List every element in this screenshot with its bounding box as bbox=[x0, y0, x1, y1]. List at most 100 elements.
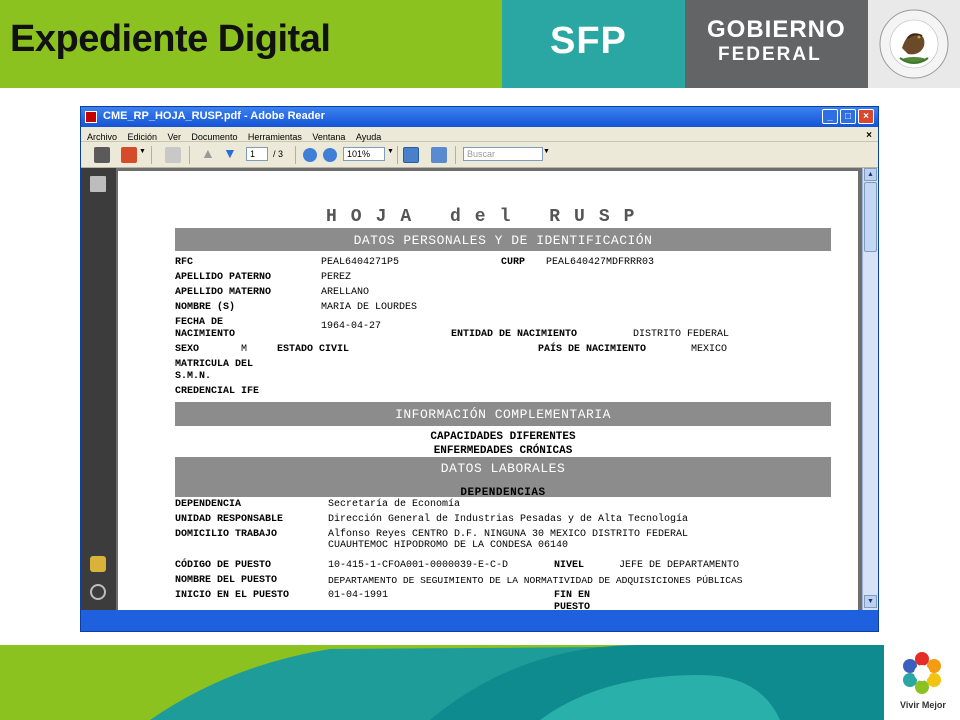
sfp-banner: SFP bbox=[502, 0, 685, 88]
menu-edicion[interactable]: Edición bbox=[127, 130, 157, 142]
slide-header: Expediente Digital SFP GOBIERNO FEDERAL bbox=[0, 0, 960, 88]
toolbar: ▼ ▲ ▼ 1 / 3 101% ▼ Buscar ▼ bbox=[81, 142, 878, 168]
maximize-button[interactable]: □ bbox=[840, 109, 856, 124]
capacidades-heading: CAPACIDADES DIFERENTES bbox=[430, 431, 576, 443]
rfc-value: PEAL6404271P5 bbox=[321, 257, 400, 268]
apellido-materno-value: ARELLANO bbox=[321, 287, 370, 298]
curp-value: PEAL640427MDFRRR03 bbox=[546, 257, 655, 268]
nombre-puesto-label: NOMBRE DEL PUESTO bbox=[175, 575, 278, 586]
unidad-label: UNIDAD RESPONSABLE bbox=[175, 514, 284, 525]
credencial-label: CREDENCIAL IFE bbox=[175, 386, 260, 397]
sfp-logo-text: SFP bbox=[550, 20, 627, 62]
dependencia-value: Secretaría de Economía bbox=[328, 499, 461, 510]
menu-archivo[interactable]: Archivo bbox=[87, 130, 117, 142]
status-bar bbox=[81, 610, 878, 631]
title-banner: Expediente Digital bbox=[0, 0, 502, 88]
codigo-label: CÓDIGO DE PUESTO bbox=[175, 560, 272, 571]
domicilio-value-line2: CUAUHTEMOC HIPODROMO DE LA CONDESA 06140 bbox=[328, 540, 569, 551]
mexico-seal bbox=[868, 0, 960, 88]
slide: { "slide": { "title": "Expediente Digita… bbox=[0, 0, 960, 720]
gobierno-text: GOBIERNO bbox=[707, 16, 846, 43]
search-dropdown-icon[interactable]: ▼ bbox=[543, 148, 550, 164]
section-laborales-heading: DATOS LABORALES bbox=[440, 461, 566, 476]
collaborate-icon[interactable] bbox=[165, 147, 181, 163]
sexo-value: M bbox=[241, 344, 248, 355]
toolbar-separator bbox=[151, 146, 152, 164]
document-title: HOJA del RUSP bbox=[326, 207, 649, 227]
menu-ventana[interactable]: Ventana bbox=[312, 130, 345, 142]
close-button[interactable]: × bbox=[858, 109, 874, 124]
slide-title: Expediente Digital bbox=[10, 18, 331, 60]
section-band-complementaria: INFORMACIÓN COMPLEMENTARIA bbox=[175, 402, 831, 426]
domicilio-label: DOMICILIO TRABAJO bbox=[175, 529, 278, 540]
zoom-dropdown-icon[interactable]: ▼ bbox=[387, 148, 394, 164]
scroll-down-icon[interactable]: ▼ bbox=[864, 595, 877, 608]
nombre-label: NOMBRE (S) bbox=[175, 302, 236, 313]
print-icon[interactable] bbox=[94, 147, 110, 163]
pages-panel-icon[interactable] bbox=[90, 176, 106, 192]
vertical-scrollbar[interactable]: ▲ ▼ bbox=[862, 168, 878, 610]
zoom-level-select[interactable]: 101% bbox=[343, 147, 385, 161]
document-close-icon[interactable]: × bbox=[866, 128, 872, 141]
scroll-up-icon[interactable]: ▲ bbox=[864, 168, 877, 181]
toolbar-separator bbox=[397, 146, 398, 164]
apellido-paterno-value: PEREZ bbox=[321, 272, 352, 283]
previous-page-icon[interactable]: ▲ bbox=[201, 145, 215, 161]
scroll-thumb[interactable] bbox=[864, 182, 877, 252]
nivel-label: NIVEL bbox=[554, 560, 585, 571]
next-page-icon[interactable]: ▼ bbox=[223, 145, 237, 161]
window-titlebar[interactable]: CME_RP_HOJA_RUSP.pdf - Adobe Reader _ □ … bbox=[81, 107, 878, 127]
section-personal-heading: DATOS PERSONALES Y DE IDENTIFICACIÓN bbox=[353, 233, 653, 248]
adobe-reader-window: CME_RP_HOJA_RUSP.pdf - Adobe Reader _ □ … bbox=[80, 106, 879, 632]
entidad-value: DISTRITO FEDERAL bbox=[633, 329, 730, 340]
nombre-puesto-value: DEPARTAMENTO DE SEGUIMIENTO DE LA NORMAT… bbox=[328, 575, 743, 586]
minimize-button[interactable]: _ bbox=[822, 109, 838, 124]
vivir-mejor-logo: Vivir Mejor bbox=[884, 645, 960, 720]
search-input[interactable]: Buscar bbox=[463, 147, 543, 161]
section-complementaria-heading: INFORMACIÓN COMPLEMENTARIA bbox=[395, 407, 611, 422]
apellido-paterno-label: APELLIDO PATERNO bbox=[175, 272, 272, 283]
entidad-label: ENTIDAD DE NACIMIENTO bbox=[451, 329, 578, 340]
menu-ver[interactable]: Ver bbox=[167, 130, 181, 142]
sexo-label: SEXO bbox=[175, 344, 200, 355]
email-icon[interactable] bbox=[121, 147, 137, 163]
unidad-value: Dirección General de Industrias Pesadas … bbox=[328, 514, 689, 525]
slide-footer bbox=[0, 645, 960, 720]
fin-label-line2: PUESTO bbox=[554, 602, 591, 610]
pdf-app-icon bbox=[85, 111, 97, 123]
section-band-personal: DATOS PERSONALES Y DE IDENTIFICACIÓN bbox=[175, 228, 831, 251]
curp-label: CURP bbox=[501, 257, 526, 268]
menu-documento[interactable]: Documento bbox=[191, 130, 237, 142]
inicio-value: 01-04-1991 bbox=[328, 590, 389, 601]
menu-herramientas[interactable]: Herramientas bbox=[248, 130, 302, 142]
federal-text: FEDERAL bbox=[718, 44, 822, 65]
flower-logo-icon bbox=[903, 652, 941, 694]
fit-page-icon[interactable] bbox=[403, 147, 419, 163]
attachment-icon[interactable] bbox=[90, 584, 106, 600]
page-number-input[interactable]: 1 bbox=[246, 147, 268, 161]
fecha-label-line2: NACIMIENTO bbox=[175, 329, 236, 340]
toolbar-separator bbox=[295, 146, 296, 164]
window-title: CME_RP_HOJA_RUSP.pdf - Adobe Reader bbox=[103, 110, 325, 122]
estado-civil-label: ESTADO CIVIL bbox=[277, 344, 350, 355]
enfermedades-heading: ENFERMEDADES CRÓNICAS bbox=[433, 445, 573, 457]
pais-value: MEXICO bbox=[691, 344, 728, 355]
nombre-value: MARIA DE LOURDES bbox=[321, 302, 418, 313]
inicio-label: INICIO EN EL PUESTO bbox=[175, 590, 290, 601]
matricula-label-line2: S.M.N. bbox=[175, 371, 212, 382]
dependencia-label: DEPENDENCIA bbox=[175, 499, 242, 510]
nivel-value: JEFE DE DEPARTAMENTO bbox=[619, 560, 740, 571]
document-viewport[interactable]: HOJA del RUSP DATOS PERSONALES Y DE IDEN… bbox=[116, 168, 862, 610]
dependencias-heading: DEPENDENCIAS bbox=[460, 487, 546, 499]
fit-width-icon[interactable] bbox=[431, 147, 447, 163]
zoom-out-icon[interactable] bbox=[303, 148, 317, 162]
toolbar-separator bbox=[189, 146, 190, 164]
eagle-seal-icon bbox=[879, 9, 949, 79]
chevron-down-icon[interactable]: ▼ bbox=[139, 148, 146, 164]
zoom-in-icon[interactable] bbox=[323, 148, 337, 162]
menu-ayuda[interactable]: Ayuda bbox=[356, 130, 381, 142]
gobierno-federal-banner: GOBIERNO FEDERAL bbox=[685, 0, 868, 88]
comments-icon[interactable] bbox=[90, 556, 106, 572]
apellido-materno-label: APELLIDO MATERNO bbox=[175, 287, 272, 298]
page-total: / 3 bbox=[273, 149, 284, 159]
